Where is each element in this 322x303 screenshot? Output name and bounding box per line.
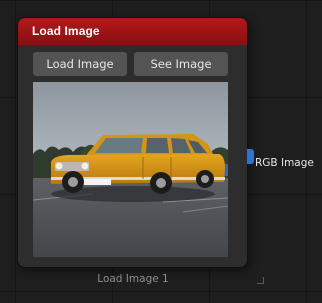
load-image-button[interactable]: Load Image [33, 52, 127, 76]
node-header[interactable]: Load Image [18, 18, 247, 45]
car-photo [33, 82, 228, 257]
output-label: RGB Image [255, 157, 314, 169]
image-preview [33, 82, 228, 257]
node-caption: Load Image 1 [97, 273, 169, 285]
load-image-node[interactable]: Load Image Load Image See Image [18, 18, 264, 284]
see-image-button[interactable]: See Image [134, 52, 228, 76]
output-port-rgb-image[interactable] [247, 149, 254, 164]
node-title: Load Image [32, 24, 100, 38]
